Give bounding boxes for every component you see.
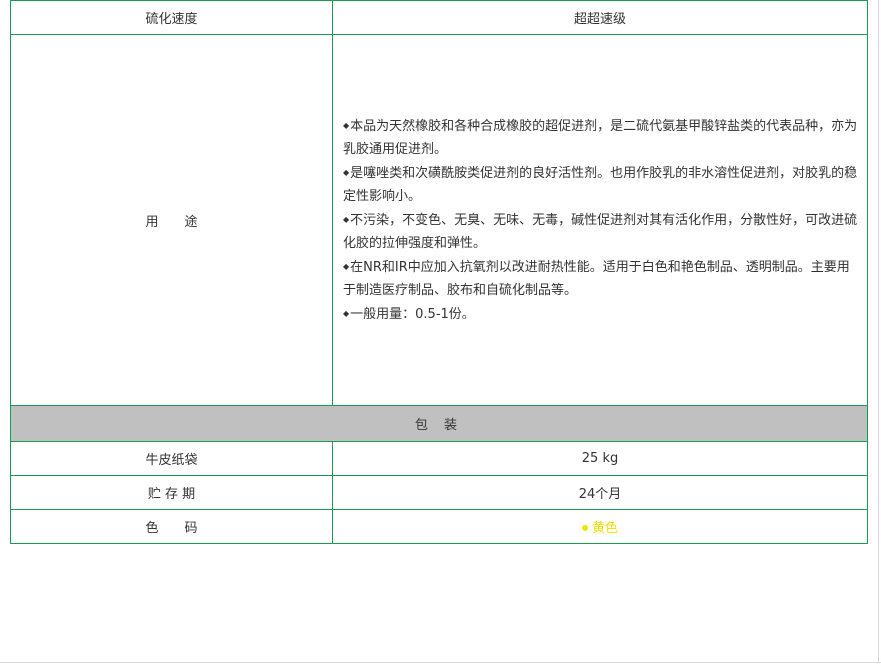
diamond-bullet-icon: ◆ bbox=[343, 262, 350, 271]
packaging-header-row: 包 装 bbox=[10, 405, 868, 442]
packaging-title: 包 装 bbox=[10, 405, 868, 442]
yellow-dot-icon bbox=[581, 525, 588, 531]
usage-line: ◆一般用量：0.5-1份。 bbox=[343, 307, 475, 322]
page-frame-right bbox=[878, 0, 879, 663]
vulcanization-speed-label: 硫化速度 bbox=[10, 0, 333, 35]
diamond-bullet-icon: ◆ bbox=[343, 215, 350, 224]
kraft-bag-value: 25 kg bbox=[332, 441, 868, 476]
kraft-bag-label: 牛皮纸袋 bbox=[10, 441, 333, 476]
diamond-bullet-icon: ◆ bbox=[343, 309, 350, 318]
color-code-row: 色 码 黄色 bbox=[10, 509, 868, 544]
usage-line: ◆是噻唑类和次磺酰胺类促进剂的良好活性剂。也用作胶乳的非水溶性促进剂，对胶乳的稳… bbox=[343, 166, 858, 204]
shelf-life-value: 24个月 bbox=[332, 475, 868, 510]
vulcanization-speed-row: 硫化速度 超超速级 bbox=[10, 0, 868, 35]
page-frame-bottom bbox=[0, 662, 881, 663]
shelf-life-label: 贮 存 期 bbox=[10, 475, 333, 510]
usage-label: 用 途 bbox=[10, 34, 333, 406]
vulcanization-speed-value: 超超速级 bbox=[332, 0, 868, 35]
usage-line: ◆本品为天然橡胶和各种合成橡胶的超促进剂，是二硫代氨基甲酸锌盐类的代表品种，亦为… bbox=[343, 119, 858, 157]
usage-row: 用 途 ◆本品为天然橡胶和各种合成橡胶的超促进剂，是二硫代氨基甲酸锌盐类的代表品… bbox=[10, 34, 868, 406]
diamond-bullet-icon: ◆ bbox=[343, 168, 350, 177]
color-code-label: 色 码 bbox=[10, 509, 333, 544]
usage-line: ◆在NR和IR中应加入抗氧剂以改进耐热性能。适用于白色和艳色制品、透明制品。主要… bbox=[343, 260, 850, 298]
usage-line: ◆不污染，不变色、无臭、无味、无毒，碱性促进剂对其有活化作用，分散性好，可改进硫… bbox=[343, 213, 858, 251]
product-spec-table: 硫化速度 超超速级 用 途 ◆本品为天然橡胶和各种合成橡胶的超促进剂，是二硫代氨… bbox=[10, 0, 868, 544]
diamond-bullet-icon: ◆ bbox=[343, 121, 350, 130]
kraft-bag-row: 牛皮纸袋 25 kg bbox=[10, 441, 868, 476]
usage-text: ◆本品为天然橡胶和各种合成橡胶的超促进剂，是二硫代氨基甲酸锌盐类的代表品种，亦为… bbox=[333, 114, 867, 326]
shelf-life-row: 贮 存 期 24个月 bbox=[10, 475, 868, 510]
color-code-value: 黄色 bbox=[591, 521, 618, 536]
color-code-cell: 黄色 bbox=[332, 509, 868, 544]
usage-cell: ◆本品为天然橡胶和各种合成橡胶的超促进剂，是二硫代氨基甲酸锌盐类的代表品种，亦为… bbox=[332, 34, 868, 406]
